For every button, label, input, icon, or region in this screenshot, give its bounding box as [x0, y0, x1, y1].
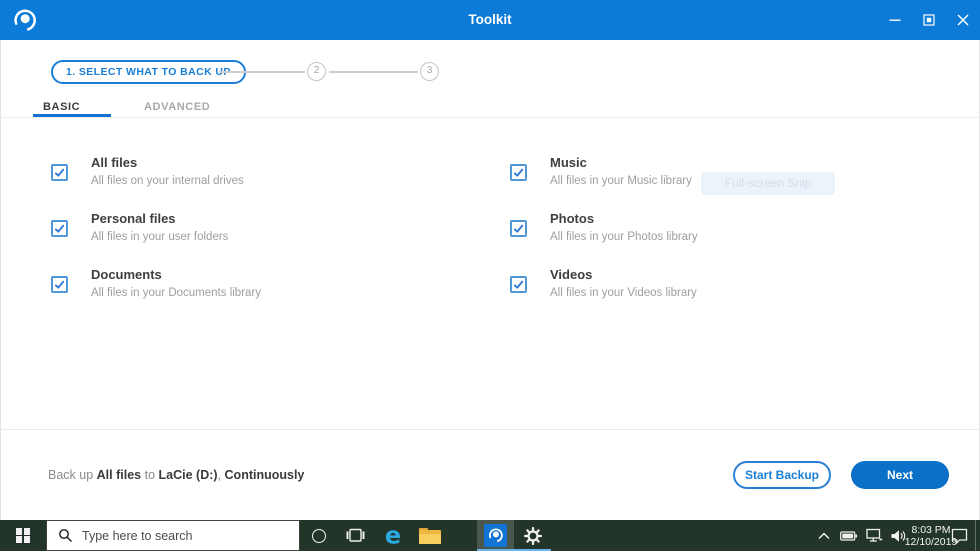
footer-divider	[1, 429, 979, 430]
item-description: All files in your user folders	[91, 231, 229, 243]
minimize-icon	[889, 19, 901, 21]
settings-button[interactable]	[514, 520, 551, 551]
next-button[interactable]: Next	[851, 461, 949, 489]
ghost-tooltip: Full-screen Snip	[701, 172, 835, 195]
network-tray-button[interactable]	[862, 520, 886, 551]
minimize-button[interactable]	[878, 0, 912, 40]
backup-item-videos[interactable]: Videos All files in your Videos library	[510, 267, 697, 299]
checkmark-icon	[54, 168, 65, 177]
start-backup-button[interactable]: Start Backup	[733, 461, 831, 489]
step-connector-2	[329, 71, 418, 73]
summary-separator: ,	[217, 468, 222, 482]
maximize-icon	[923, 14, 935, 26]
backup-item-photos[interactable]: Photos All files in your Photos library	[510, 211, 698, 243]
checkbox-personal-files[interactable]	[51, 220, 68, 237]
task-view-button[interactable]	[337, 520, 374, 551]
edge-icon: e	[384, 524, 400, 548]
checkmark-icon	[513, 168, 524, 177]
cortana-button[interactable]	[300, 520, 337, 551]
step-3-circle[interactable]: 3	[420, 62, 439, 81]
checkbox-music[interactable]	[510, 164, 527, 181]
toolkit-taskbar-button[interactable]	[477, 520, 514, 551]
tabs-divider	[1, 117, 979, 118]
taskbar: e	[0, 520, 980, 551]
desktop-screen: Toolkit 1. SELECT WHAT TO BACK UP 2 3 BA…	[0, 0, 980, 551]
summary-to: to	[144, 468, 156, 482]
checkmark-icon	[54, 224, 65, 233]
tray-expand-button[interactable]	[814, 520, 834, 551]
item-description: All files in your Music library	[550, 175, 692, 187]
backup-item-music[interactable]: Music All files in your Music library	[510, 155, 692, 187]
toolkit-app-window: Toolkit 1. SELECT WHAT TO BACK UP 2 3 BA…	[0, 0, 980, 520]
checkmark-icon	[513, 224, 524, 233]
tab-basic[interactable]: BASIC	[43, 101, 80, 113]
item-description: All files in your Photos library	[550, 231, 698, 243]
svg-text:e: e	[384, 524, 400, 548]
maximize-button[interactable]	[912, 0, 946, 40]
chevron-up-icon	[818, 531, 830, 539]
item-description: All files in your Videos library	[550, 287, 697, 299]
search-input[interactable]	[82, 528, 277, 543]
window-controls	[878, 0, 980, 40]
gear-icon	[523, 526, 542, 545]
item-title: All files	[91, 155, 138, 170]
backup-summary: Back up All files to LaCie (D:), Continu…	[48, 468, 304, 482]
step-connector-1	[219, 71, 305, 73]
checkbox-videos[interactable]	[510, 276, 527, 293]
titlebar: Toolkit	[0, 0, 980, 40]
item-description: All files on your internal drives	[91, 175, 244, 187]
battery-tray-button[interactable]	[838, 520, 860, 551]
window-title: Toolkit	[468, 12, 512, 27]
network-icon	[865, 528, 882, 542]
close-icon	[957, 14, 969, 26]
close-button[interactable]	[946, 0, 980, 40]
backup-item-personal-files[interactable]: Personal files All files in your user fo…	[51, 211, 228, 243]
tab-advanced[interactable]: ADVANCED	[144, 101, 210, 113]
checkbox-all-files[interactable]	[51, 164, 68, 181]
item-title: Music	[550, 155, 587, 170]
item-title: Personal files	[91, 211, 176, 226]
checkmark-icon	[54, 280, 65, 289]
cortana-icon	[311, 528, 326, 543]
item-title: Photos	[550, 211, 595, 226]
step-2-circle[interactable]: 2	[307, 62, 326, 81]
checkbox-photos[interactable]	[510, 220, 527, 237]
file-explorer-button[interactable]	[411, 520, 448, 551]
step-1-pill[interactable]: 1. SELECT WHAT TO BACK UP	[51, 60, 246, 84]
taskbar-search[interactable]	[46, 520, 300, 551]
action-center-icon	[951, 528, 967, 544]
windows-logo-icon	[15, 528, 31, 543]
summary-selection: All files	[96, 468, 142, 482]
item-description: All files in your Documents library	[91, 287, 262, 299]
start-button[interactable]	[0, 520, 46, 551]
backup-item-documents[interactable]: Documents All files in your Documents li…	[51, 267, 261, 299]
toolkit-app-icon	[484, 524, 507, 547]
folder-icon	[418, 527, 441, 544]
task-view-icon	[346, 528, 365, 542]
item-title: Documents	[91, 267, 162, 282]
summary-frequency: Continuously	[224, 468, 305, 482]
battery-icon	[840, 530, 858, 541]
edge-button[interactable]: e	[374, 520, 411, 551]
speaker-icon	[891, 529, 906, 542]
action-center-button[interactable]	[944, 520, 974, 551]
show-desktop-button[interactable]	[975, 520, 976, 551]
summary-target: LaCie (D:)	[158, 468, 218, 482]
checkmark-icon	[513, 280, 524, 289]
backup-item-all-files[interactable]: All files All files on your internal dri…	[51, 155, 244, 187]
item-title: Videos	[550, 267, 593, 282]
summary-prefix: Back up	[48, 468, 94, 482]
checkbox-documents[interactable]	[51, 276, 68, 293]
search-icon	[59, 529, 72, 542]
